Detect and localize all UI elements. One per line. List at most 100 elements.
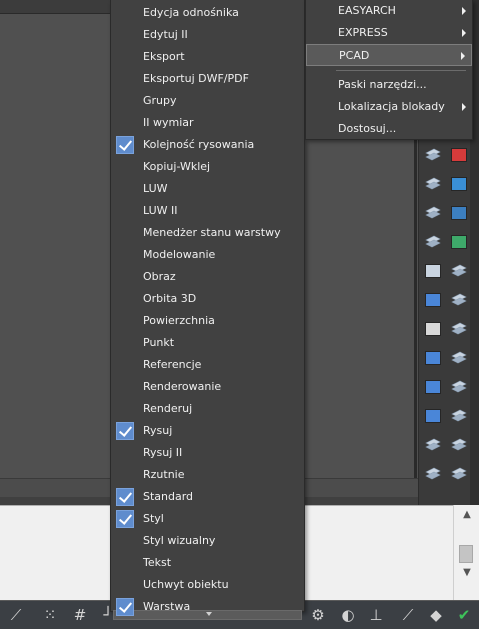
right-toolbar bbox=[418, 135, 470, 505]
layer-icon[interactable] bbox=[449, 435, 469, 455]
menu-item-label: LUW bbox=[143, 182, 168, 195]
chevron-right-icon bbox=[462, 7, 466, 15]
menu-item[interactable]: Rysuj II bbox=[111, 442, 304, 464]
menu-item[interactable]: Styl bbox=[111, 508, 304, 530]
chevron-right-icon bbox=[462, 29, 466, 37]
menu-item[interactable]: Punkt bbox=[111, 332, 304, 354]
menu-item[interactable]: II wymiar bbox=[111, 112, 304, 134]
submenu-item[interactable]: Lokalizacja blokady bbox=[306, 96, 472, 118]
menu-item-label: Obraz bbox=[143, 270, 176, 283]
object-snap-icon[interactable]: ◆ bbox=[426, 605, 446, 625]
scroll-up-icon[interactable]: ▲ bbox=[458, 507, 476, 523]
block-icon[interactable] bbox=[423, 377, 443, 397]
menu-item[interactable]: LUW bbox=[111, 178, 304, 200]
menu-item-label: Uchwyt obiektu bbox=[143, 578, 229, 591]
menu-item-label: LUW II bbox=[143, 204, 178, 217]
dwf-icon[interactable] bbox=[449, 203, 469, 223]
menu-item[interactable]: Referencje bbox=[111, 354, 304, 376]
submenu-item-label: Paski narzędzi... bbox=[338, 78, 427, 91]
menu-item-label: Styl bbox=[143, 512, 164, 525]
layer-icon[interactable] bbox=[449, 261, 469, 281]
menu-item[interactable]: Rysuj bbox=[111, 420, 304, 442]
layer-icon[interactable] bbox=[449, 348, 469, 368]
menu-item-label: Renderuj bbox=[143, 402, 193, 415]
menu-item-label: Modelowanie bbox=[143, 248, 216, 261]
submenu-item[interactable]: EASYARCH bbox=[306, 0, 472, 22]
menu-item[interactable]: Modelowanie bbox=[111, 244, 304, 266]
menu-item[interactable]: Edycja odnośnika bbox=[111, 2, 304, 24]
menu-item-label: Punkt bbox=[143, 336, 175, 349]
gear-icon[interactable]: ⚙ bbox=[308, 605, 328, 625]
layer-icon[interactable] bbox=[449, 319, 469, 339]
toolbar-submenu: EASYARCH EXPRESS PCAD Paski narzędzi... Loka… bbox=[305, 0, 473, 140]
filter-icon[interactable] bbox=[423, 261, 443, 281]
submenu-item-label: PCAD bbox=[339, 49, 370, 62]
menu-item[interactable]: Standard bbox=[111, 486, 304, 508]
copy-icon[interactable] bbox=[423, 319, 443, 339]
text-abc-icon[interactable] bbox=[423, 406, 443, 426]
menu-item[interactable]: Tekst bbox=[111, 552, 304, 574]
toolbar-context-menu: Edycja odnośnika Edytuj II Eksport Eksportu… bbox=[110, 0, 305, 620]
menu-item[interactable]: Kolejność rysowania bbox=[111, 134, 304, 156]
submenu-item-label: Lokalizacja blokady bbox=[338, 100, 445, 113]
menu-item[interactable]: Renderowanie bbox=[111, 376, 304, 398]
globe-icon[interactable] bbox=[449, 174, 469, 194]
menu-item[interactable]: Menedżer stanu warstwy bbox=[111, 222, 304, 244]
submenu-item[interactable]: PCAD bbox=[306, 44, 472, 66]
menu-item-label: Eksportuj DWF/PDF bbox=[143, 72, 249, 85]
menu-item[interactable]: Styl wizualny bbox=[111, 530, 304, 552]
menu-item[interactable]: Rzutnie bbox=[111, 464, 304, 486]
menu-item[interactable]: Uchwyt obiektu bbox=[111, 574, 304, 596]
menu-item[interactable]: Grupy bbox=[111, 90, 304, 112]
menu-item[interactable]: Kopiuj-Wklej bbox=[111, 156, 304, 178]
refresh-icon[interactable] bbox=[449, 232, 469, 252]
layer-icon[interactable] bbox=[423, 232, 443, 252]
menu-item[interactable]: LUW II bbox=[111, 200, 304, 222]
menu-item-label: Warstwa bbox=[143, 600, 191, 613]
snap-icon[interactable]: ⟋ bbox=[6, 605, 26, 625]
layer-icon[interactable] bbox=[449, 290, 469, 310]
menu-item-label: II wymiar bbox=[143, 116, 194, 129]
menu-item-label: Menedżer stanu warstwy bbox=[143, 226, 281, 239]
dynamic-input-icon[interactable]: ⟋ bbox=[398, 605, 418, 625]
menu-item[interactable]: Eksportuj DWF/PDF bbox=[111, 68, 304, 90]
submenu-item[interactable]: Paski narzędzi... bbox=[306, 74, 472, 96]
layer-icon[interactable] bbox=[449, 377, 469, 397]
submenu-item-label: Dostosuj... bbox=[338, 122, 397, 135]
menu-separator bbox=[336, 70, 466, 71]
layer-icon[interactable] bbox=[449, 464, 469, 484]
scroll-thumb[interactable] bbox=[459, 545, 473, 563]
scroll-down-icon[interactable]: ▼ bbox=[458, 565, 476, 581]
layer-icon[interactable] bbox=[423, 464, 443, 484]
layer-icon[interactable] bbox=[423, 203, 443, 223]
menu-item[interactable]: Eksport bbox=[111, 46, 304, 68]
block-icon[interactable] bbox=[423, 290, 443, 310]
menu-item-label: Edytuj II bbox=[143, 28, 188, 41]
command-scrollbar[interactable]: ▲ ▼ bbox=[453, 505, 479, 600]
grid-icon[interactable]: # bbox=[70, 605, 90, 625]
menu-item-label: Renderowanie bbox=[143, 380, 222, 393]
menu-item-label: Rysuj II bbox=[143, 446, 183, 459]
menu-item-label: Grupy bbox=[143, 94, 177, 107]
layer-icon[interactable] bbox=[423, 174, 443, 194]
menu-item-label: Rzutnie bbox=[143, 468, 185, 481]
annotation-icon[interactable]: ◐ bbox=[338, 605, 358, 625]
menu-item[interactable]: Orbita 3D bbox=[111, 288, 304, 310]
menu-item[interactable]: Edytuj II bbox=[111, 24, 304, 46]
layer-icon[interactable] bbox=[449, 406, 469, 426]
checkmark-icon bbox=[116, 598, 134, 616]
ok-icon[interactable]: ✔ bbox=[454, 605, 474, 625]
menu-item[interactable]: Powierzchnia bbox=[111, 310, 304, 332]
layer-icon[interactable] bbox=[423, 145, 443, 165]
grid-dots-icon[interactable]: ⁙ bbox=[40, 605, 60, 625]
submenu-item[interactable]: EXPRESS bbox=[306, 22, 472, 44]
submenu-item[interactable]: Dostosuj... bbox=[306, 118, 472, 140]
menu-item[interactable]: Obraz bbox=[111, 266, 304, 288]
ucs-icon[interactable]: ⊥ bbox=[366, 605, 386, 625]
pdf-icon[interactable] bbox=[449, 145, 469, 165]
menu-item[interactable]: Renderuj bbox=[111, 398, 304, 420]
chevron-right-icon bbox=[462, 103, 466, 111]
layer-icon[interactable] bbox=[423, 435, 443, 455]
block-icon[interactable] bbox=[423, 348, 443, 368]
menu-item[interactable]: Warstwa bbox=[111, 596, 304, 618]
